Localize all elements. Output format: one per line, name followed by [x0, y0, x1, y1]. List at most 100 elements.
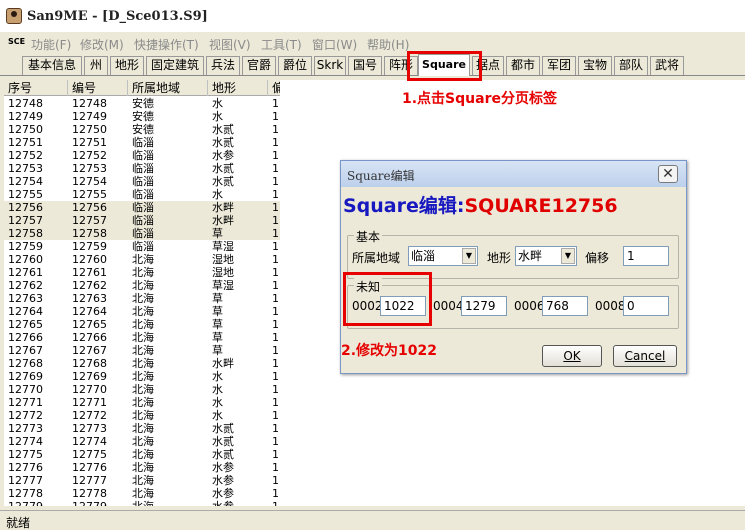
- square-table[interactable]: 序号 编号 所属地域 地形 偏移 1274812748安德水1127491274…: [4, 80, 280, 506]
- cell-index: 12769: [8, 370, 43, 383]
- close-icon[interactable]: ✕: [658, 165, 678, 183]
- cancel-button[interactable]: Cancel: [613, 345, 677, 367]
- tab-general[interactable]: 武将: [650, 56, 684, 75]
- tab-country-name[interactable]: 国号: [348, 56, 382, 75]
- cell-offset: 1: [272, 110, 279, 123]
- menu-window[interactable]: 窗口(W): [312, 36, 357, 53]
- tab-unit[interactable]: 部队: [614, 56, 648, 75]
- table-row[interactable]: 12769 12769 北海 水 1: [4, 370, 280, 383]
- table-row[interactable]: 12761 12761 北海 湿地 1: [4, 266, 280, 279]
- cell-terrain: 草: [212, 305, 223, 318]
- cell-region: 北海: [132, 292, 154, 305]
- column-header-index[interactable]: 序号: [4, 80, 68, 96]
- tab-rank[interactable]: 官爵: [242, 56, 276, 75]
- table-row[interactable]: 12756 12756 临淄 水畔 1: [4, 201, 280, 214]
- field-0004-input[interactable]: 1279: [461, 296, 507, 316]
- column-header-terrain[interactable]: 地形: [208, 80, 268, 96]
- table-row[interactable]: 12748 12748 安德 水 1: [4, 97, 280, 110]
- table-row[interactable]: 12758 12758 临淄 草 1: [4, 227, 280, 240]
- cell-terrain: 水参: [212, 474, 234, 487]
- cell-region: 临淄: [132, 149, 154, 162]
- tab-square[interactable]: Square: [418, 54, 470, 76]
- field-0008-label: 0008: [595, 299, 626, 313]
- table-row[interactable]: 12749 12749 安德 水 1: [4, 110, 280, 123]
- table-row[interactable]: 12757 12757 临淄 水畔 1: [4, 214, 280, 227]
- column-header-offset[interactable]: 偏移: [268, 80, 280, 96]
- cell-offset: 1: [272, 240, 279, 253]
- table-row[interactable]: 12766 12766 北海 草 1: [4, 331, 280, 344]
- table-row[interactable]: 12759 12759 临淄 草湿 1: [4, 240, 280, 253]
- terrain-select[interactable]: 水畔 ▼: [515, 246, 577, 266]
- table-row[interactable]: 12765 12765 北海 草 1: [4, 318, 280, 331]
- cell-offset: 1: [272, 227, 279, 240]
- cell-region: 北海: [132, 253, 154, 266]
- tab-corps[interactable]: 军团: [542, 56, 576, 75]
- table-row[interactable]: 12778 12778 北海 水参 1: [4, 487, 280, 500]
- table-row[interactable]: 12753 12753 临淄 水贰 1: [4, 162, 280, 175]
- region-value: 临淄: [411, 249, 436, 263]
- tab-skrk[interactable]: Skrk: [314, 56, 346, 75]
- menu-shortcut[interactable]: 快捷操作(T): [134, 36, 199, 53]
- table-row[interactable]: 12762 12762 北海 草湿 1: [4, 279, 280, 292]
- cell-region: 北海: [132, 357, 154, 370]
- cell-index: 12771: [8, 396, 43, 409]
- cell-index: 12762: [8, 279, 43, 292]
- cell-id: 12775: [72, 448, 107, 461]
- menu-function[interactable]: 功能(F): [31, 36, 71, 53]
- table-row[interactable]: 12773 12773 北海 水贰 1: [4, 422, 280, 435]
- chevron-down-icon[interactable]: ▼: [462, 248, 476, 264]
- table-row[interactable]: 12776 12776 北海 水参 1: [4, 461, 280, 474]
- menu-help[interactable]: 帮助(H): [367, 36, 409, 53]
- cell-offset: 1: [272, 188, 279, 201]
- table-row[interactable]: 12774 12774 北海 水贰 1: [4, 435, 280, 448]
- table-row[interactable]: 12763 12763 北海 草 1: [4, 292, 280, 305]
- cell-index: 12772: [8, 409, 43, 422]
- cell-offset: 1: [272, 474, 279, 487]
- table-row[interactable]: 12779 12779 北海 水参 1: [4, 500, 280, 506]
- cell-terrain: 水贰: [212, 422, 234, 435]
- field-0008-input[interactable]: 0: [623, 296, 669, 316]
- table-row[interactable]: 12772 12772 北海 水 1: [4, 409, 280, 422]
- tab-title[interactable]: 爵位: [278, 56, 312, 75]
- table-row[interactable]: 12767 12767 北海 草 1: [4, 344, 280, 357]
- tab-tactics[interactable]: 兵法: [206, 56, 240, 75]
- offset-field[interactable]: 1: [623, 246, 669, 266]
- cell-region: 临淄: [132, 136, 154, 149]
- region-select[interactable]: 临淄 ▼: [408, 246, 478, 266]
- menu-tools[interactable]: 工具(T): [261, 36, 302, 53]
- cell-region: 北海: [132, 370, 154, 383]
- cell-id: 12753: [72, 162, 107, 175]
- table-row[interactable]: 12768 12768 北海 水畔 1: [4, 357, 280, 370]
- column-header-region[interactable]: 所属地域: [128, 80, 208, 96]
- cell-index: 12755: [8, 188, 43, 201]
- tab-basic-info[interactable]: 基本信息: [22, 56, 82, 75]
- cell-offset: 1: [272, 253, 279, 266]
- menu-modify[interactable]: 修改(M): [80, 36, 124, 53]
- table-row[interactable]: 12760 12760 北海 湿地 1: [4, 253, 280, 266]
- tab-fixed-building[interactable]: 固定建筑: [146, 56, 204, 75]
- ok-button[interactable]: OK: [542, 345, 602, 367]
- title-bar: San9ME - [D_Sce013.S9]: [0, 0, 745, 32]
- table-row[interactable]: 12777 12777 北海 水参 1: [4, 474, 280, 487]
- column-header-id[interactable]: 编号: [68, 80, 128, 96]
- cell-index: 12750: [8, 123, 43, 136]
- table-row[interactable]: 12755 12755 临淄 水 1: [4, 188, 280, 201]
- table-row[interactable]: 12750 12750 安德 水贰 1: [4, 123, 280, 136]
- tab-treasure[interactable]: 宝物: [578, 56, 612, 75]
- table-row[interactable]: 12751 12751 临淄 水贰 1: [4, 136, 280, 149]
- chevron-down-icon[interactable]: ▼: [561, 248, 575, 264]
- field-0006-input[interactable]: 768: [542, 296, 588, 316]
- tab-province[interactable]: 州: [84, 56, 108, 75]
- table-row[interactable]: 12775 12775 北海 水贰 1: [4, 448, 280, 461]
- cell-terrain: 湿地: [212, 253, 234, 266]
- cell-id: 12751: [72, 136, 107, 149]
- table-row[interactable]: 12764 12764 北海 草 1: [4, 305, 280, 318]
- table-row[interactable]: 12754 12754 临淄 水贰 1: [4, 175, 280, 188]
- table-row[interactable]: 12770 12770 北海 水 1: [4, 383, 280, 396]
- table-row[interactable]: 12752 12752 临淄 水参 1: [4, 149, 280, 162]
- tab-city[interactable]: 都市: [506, 56, 540, 75]
- menu-view[interactable]: 视图(V): [209, 36, 251, 53]
- table-row[interactable]: 12771 12771 北海 水 1: [4, 396, 280, 409]
- cell-terrain: 湿地: [212, 266, 234, 279]
- tab-terrain[interactable]: 地形: [110, 56, 144, 75]
